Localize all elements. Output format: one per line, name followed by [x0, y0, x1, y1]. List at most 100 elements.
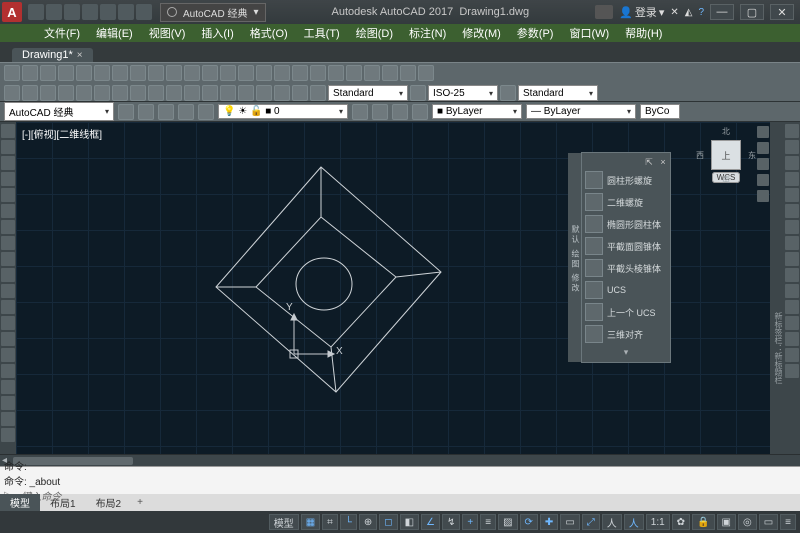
panel-item-3dalign[interactable]: 三维对齐 [584, 323, 668, 345]
panel-item-frustumcone[interactable]: 平截面圆锥体 [584, 235, 668, 257]
rotate-icon[interactable] [785, 220, 799, 234]
tool-icon[interactable] [4, 65, 20, 81]
xline-icon[interactable] [1, 140, 15, 154]
menu-parametric[interactable]: 参数(P) [509, 24, 562, 42]
layout-tab-model[interactable]: 模型 [0, 494, 40, 511]
point-icon[interactable] [1, 332, 15, 346]
status-annovis-icon[interactable]: 人 [602, 514, 622, 530]
polygon-icon[interactable] [1, 172, 15, 186]
tool-icon[interactable] [418, 65, 434, 81]
status-custom-icon[interactable]: ≡ [780, 514, 796, 530]
tool-icon[interactable] [238, 85, 254, 101]
tool-icon[interactable] [256, 85, 272, 101]
tool-icon[interactable] [292, 65, 308, 81]
panel-close-icon[interactable]: × [658, 157, 668, 167]
erase-icon[interactable] [785, 124, 799, 138]
3d-modeling-panel[interactable]: 默认 绘图 修改 ⇱× 圆柱形螺旋 二维螺旋 椭圆形圆柱体 平截面圆锥体 平截头… [581, 152, 671, 363]
tool-icon[interactable] [76, 85, 92, 101]
break-icon[interactable] [785, 300, 799, 314]
tool-icon[interactable] [310, 65, 326, 81]
tablestyle-combo[interactable]: Standard▾ [518, 85, 598, 101]
qat-redo-icon[interactable] [136, 4, 152, 20]
menu-file[interactable]: 文件(F) [36, 24, 88, 42]
chamfer-icon[interactable] [785, 332, 799, 346]
viewcube-face[interactable]: 上 [711, 140, 741, 170]
insert-icon[interactable] [1, 300, 15, 314]
stretch-icon[interactable] [785, 252, 799, 266]
status-hardware-icon[interactable]: ▣ [717, 514, 736, 530]
nav-wheel-icon[interactable] [757, 126, 769, 138]
workspace-combo[interactable]: AutoCAD 经典▾ [4, 102, 114, 121]
ellipsearc-icon[interactable] [1, 284, 15, 298]
lineweight-combo[interactable]: ByCo [640, 104, 680, 119]
copy-icon[interactable] [785, 140, 799, 154]
menu-draw[interactable]: 绘图(D) [348, 24, 401, 42]
tool-icon[interactable] [382, 65, 398, 81]
drawing-canvas[interactable]: [-][俯视][二维线框] X Y 默认 绘图 修改 ⇱× 圆柱形螺旋 二维螺旋 [16, 122, 770, 454]
tool-icon[interactable] [500, 85, 516, 101]
menu-format[interactable]: 格式(O) [242, 24, 296, 42]
menu-edit[interactable]: 编辑(E) [88, 24, 141, 42]
tool-icon[interactable] [94, 65, 110, 81]
qat-open-icon[interactable] [46, 4, 62, 20]
panel-item-frustumpyramid[interactable]: 平截头棱锥体 [584, 257, 668, 279]
dimstyle-combo[interactable]: ISO-25▾ [428, 85, 498, 101]
status-3dosnap-icon[interactable]: ◧ [400, 514, 419, 530]
tool-icon[interactable] [58, 65, 74, 81]
layer-tool-icon[interactable] [372, 104, 388, 120]
panel-item-ucs[interactable]: UCS [584, 279, 668, 301]
status-qp-icon[interactable]: ▭ [560, 514, 579, 530]
status-annomonitor-icon[interactable]: ✚ [540, 514, 558, 530]
tool-icon[interactable] [166, 85, 182, 101]
command-line[interactable]: 命令: 命令: _about ▷_ 键入命令 [0, 466, 800, 494]
tool-icon[interactable] [274, 85, 290, 101]
nav-zoom-icon[interactable] [757, 158, 769, 170]
tool-icon[interactable] [148, 85, 164, 101]
layer-tool-icon[interactable] [352, 104, 368, 120]
addselected-icon[interactable] [1, 428, 15, 442]
tool-icon[interactable] [202, 65, 218, 81]
tool-icon[interactable] [400, 65, 416, 81]
ellipse-icon[interactable] [1, 268, 15, 282]
panel-item-helix[interactable]: 圆柱形螺旋 [584, 169, 668, 191]
tool-icon[interactable] [40, 85, 56, 101]
tool-icon[interactable] [364, 65, 380, 81]
qat-plot-icon[interactable] [100, 4, 116, 20]
qat-saveas-icon[interactable] [82, 4, 98, 20]
table-icon[interactable] [1, 396, 15, 410]
workspace-switcher[interactable]: AutoCAD 经典 ▾ [160, 3, 266, 22]
tool-icon[interactable] [112, 85, 128, 101]
circle-icon[interactable] [1, 220, 15, 234]
layout-tab-2[interactable]: 布局2 [86, 494, 132, 511]
status-lwt-icon[interactable]: ≡ [480, 514, 496, 530]
exchange-icon[interactable]: ✕ [670, 7, 678, 18]
minimize-button[interactable]: — [710, 4, 734, 20]
status-polar-icon[interactable]: ⊕ [359, 514, 377, 530]
tool-icon[interactable] [166, 65, 182, 81]
stayconnected-icon[interactable]: ◭ [685, 7, 693, 18]
menu-view[interactable]: 视图(V) [141, 24, 194, 42]
tool-icon[interactable] [238, 65, 254, 81]
arc-icon[interactable] [1, 204, 15, 218]
offset-icon[interactable] [785, 172, 799, 186]
linetype-combo[interactable]: — ByLayer▾ [526, 104, 636, 119]
region-icon[interactable] [1, 380, 15, 394]
textstyle-combo[interactable]: Standard▾ [328, 85, 408, 101]
mtext-icon[interactable] [1, 412, 15, 426]
join-icon[interactable] [785, 316, 799, 330]
viewcube[interactable]: 北 西 东 上 南 WCS [696, 126, 756, 183]
status-lock-icon[interactable]: 🔒 [692, 514, 714, 530]
layer-tool-icon[interactable] [198, 104, 214, 120]
menu-dimension[interactable]: 标注(N) [401, 24, 454, 42]
layer-combo[interactable]: 💡 ☀ 🔓 ■ 0▾ [218, 104, 348, 119]
tool-icon[interactable] [274, 65, 290, 81]
status-cycling-icon[interactable]: ⟳ [520, 514, 538, 530]
panel-more-icon[interactable]: ▾ [584, 347, 668, 358]
rectangle-icon[interactable] [1, 188, 15, 202]
explode-icon[interactable] [785, 364, 799, 378]
layer-tool-icon[interactable] [138, 104, 154, 120]
layer-tool-icon[interactable] [178, 104, 194, 120]
app-logo[interactable]: A [2, 2, 22, 22]
status-cleanscreen-icon[interactable]: ▭ [759, 514, 778, 530]
status-dyn-icon[interactable]: + [462, 514, 478, 530]
